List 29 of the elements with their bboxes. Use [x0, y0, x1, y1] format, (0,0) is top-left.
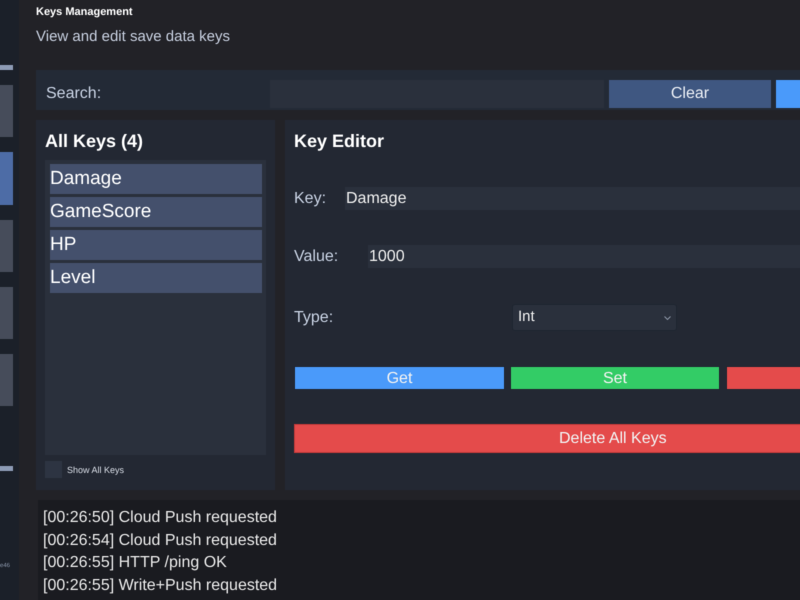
- panel-title: Key Editor: [294, 130, 384, 153]
- sidebar-tab[interactable]: [0, 85, 13, 137]
- panel-title: All Keys (4): [45, 130, 144, 153]
- type-select[interactable]: Int: [512, 304, 677, 331]
- log-line: [00:26:50] Cloud Push requested: [43, 508, 277, 528]
- text-field[interactable]: 1000: [368, 245, 800, 268]
- log-line: [00:26:55] Write+Push requested: [43, 576, 278, 596]
- key-list-item[interactable]: Level: [50, 263, 262, 293]
- checkbox-label: Show All Keys: [67, 464, 124, 476]
- field-label: Value:: [294, 246, 340, 266]
- log-line: [00:26:55] HTTP /ping OK: [43, 553, 227, 573]
- search-label: Search:: [46, 84, 102, 104]
- page-subtitle: View and edit save data keys: [36, 28, 230, 46]
- key-list-item[interactable]: HP: [50, 230, 262, 260]
- page-title: Keys Management: [36, 5, 133, 19]
- sidebar-tab[interactable]: [0, 354, 13, 406]
- text-field[interactable]: Damage: [345, 187, 800, 210]
- sidebar-tab[interactable]: [0, 152, 13, 205]
- button[interactable]: Clear: [609, 80, 771, 108]
- field-label: Type:: [294, 308, 334, 328]
- chevron-down-icon: [664, 316, 671, 320]
- sidebar-tab[interactable]: [0, 287, 13, 339]
- sidebar-bar: [0, 65, 13, 70]
- field-label: Key:: [294, 188, 328, 208]
- key-list-item[interactable]: GameScore: [50, 197, 262, 227]
- sidebar-tab[interactable]: [0, 220, 13, 272]
- log-line: [00:26:54] Cloud Push requested: [43, 530, 277, 550]
- sidebar-bar: [0, 466, 13, 471]
- key-list-item[interactable]: Damage: [50, 164, 262, 194]
